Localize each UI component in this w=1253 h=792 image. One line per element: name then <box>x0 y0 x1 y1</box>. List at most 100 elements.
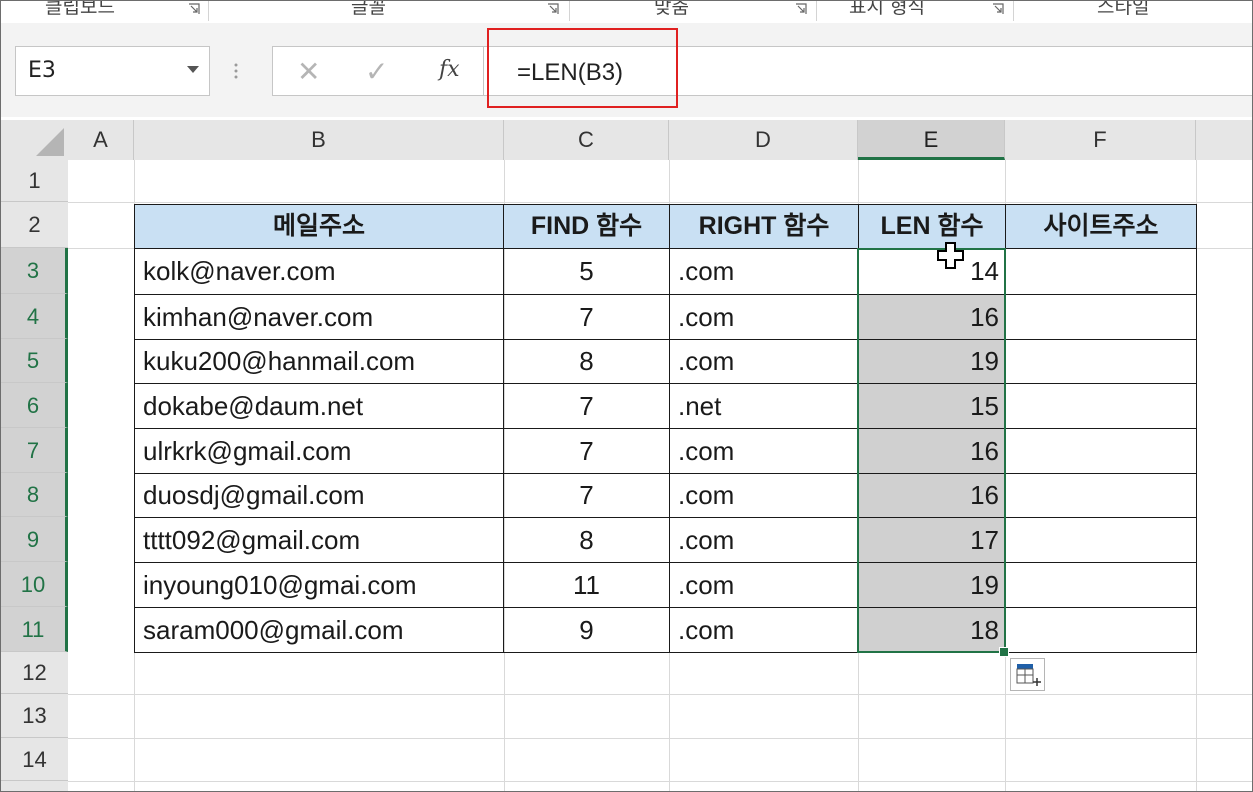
cell-right[interactable]: .com <box>669 607 859 653</box>
cell-email[interactable]: kimhan@naver.com <box>134 294 504 340</box>
row-header-7[interactable]: 7 <box>1 428 68 473</box>
cell-cursor-icon <box>937 242 964 269</box>
cell-find[interactable]: 8 <box>503 517 670 563</box>
row-header-11[interactable]: 11 <box>1 607 68 652</box>
ribbon-group-labels: 클립보드 글꼴 맞춤 표시 형식 스타일 <box>1 1 1252 24</box>
name-box-value: E3 <box>28 58 56 83</box>
worksheet-grid[interactable]: A B C D E F 1 2 3 4 5 6 7 8 9 10 11 12 1… <box>1 117 1252 791</box>
row-header-4[interactable]: 4 <box>1 294 68 339</box>
cell-site[interactable] <box>1005 517 1197 563</box>
cell-site[interactable] <box>1005 294 1197 340</box>
cell-site[interactable] <box>1005 248 1197 295</box>
cell-find[interactable]: 8 <box>503 339 670 384</box>
row-header-3[interactable]: 3 <box>1 248 68 294</box>
cell-email[interactable]: kuku200@hanmail.com <box>134 339 504 384</box>
cell-right[interactable]: .net <box>669 383 859 429</box>
column-header-g[interactable] <box>1196 120 1252 160</box>
dialog-launcher-icon[interactable] <box>795 3 807 15</box>
cell-right[interactable]: .com <box>669 517 859 563</box>
cell-len[interactable]: 14 <box>858 248 1006 295</box>
table-header-email[interactable]: 메일주소 <box>134 204 504 249</box>
cell-email[interactable]: saram000@gmail.com <box>134 607 504 653</box>
row-header-15[interactable] <box>1 781 68 791</box>
insert-function-icon[interactable]: fx <box>439 57 460 82</box>
row-header-6[interactable]: 6 <box>1 383 68 428</box>
column-header-a[interactable]: A <box>68 120 134 160</box>
cell-email[interactable]: dokabe@daum.net <box>134 383 504 429</box>
row-header-2[interactable]: 2 <box>1 202 68 248</box>
name-box[interactable]: E3 <box>15 46 210 96</box>
cell-site[interactable] <box>1005 607 1197 653</box>
cell-site[interactable] <box>1005 339 1197 384</box>
cell-email[interactable]: duosdj@gmail.com <box>134 473 504 518</box>
cell-find[interactable]: 11 <box>503 562 670 608</box>
column-header-d[interactable]: D <box>669 120 858 160</box>
column-header-c[interactable]: C <box>504 120 669 160</box>
dialog-launcher-icon[interactable] <box>547 3 559 15</box>
cell-len[interactable]: 19 <box>858 339 1006 384</box>
row-header-1[interactable]: 1 <box>1 160 68 202</box>
ribbon-group-font[interactable]: 글꼴 <box>351 1 386 19</box>
ribbon-group-clipboard[interactable]: 클립보드 <box>45 1 115 19</box>
dialog-launcher-icon[interactable] <box>992 3 1004 15</box>
column-header-f[interactable]: F <box>1005 120 1196 160</box>
cell-right[interactable]: .com <box>669 294 859 340</box>
cell-find[interactable]: 5 <box>503 248 670 295</box>
formula-bar-area: E3 ✕ ✓ fx =LEN(B3) <box>1 23 1252 117</box>
cell-len[interactable]: 16 <box>858 294 1006 340</box>
quick-analysis-button[interactable] <box>1010 658 1045 691</box>
cell-email[interactable]: tttt092@gmail.com <box>134 517 504 563</box>
row-header-13[interactable]: 13 <box>1 694 68 738</box>
cell-find[interactable]: 7 <box>503 473 670 518</box>
table-header-len[interactable]: LEN 함수 <box>858 204 1006 249</box>
drag-handle-icon[interactable] <box>234 61 238 81</box>
select-all-button[interactable] <box>1 120 68 160</box>
cell-len[interactable]: 17 <box>858 517 1006 563</box>
fill-handle[interactable] <box>999 647 1009 657</box>
cell-site[interactable] <box>1005 562 1197 608</box>
cell-right[interactable]: .com <box>669 339 859 384</box>
table-header-find[interactable]: FIND 함수 <box>503 204 670 249</box>
cell-find[interactable]: 7 <box>503 383 670 429</box>
cell-right[interactable]: .com <box>669 248 859 295</box>
excel-window: 클립보드 글꼴 맞춤 표시 형식 스타일 E3 ✕ ✓ fx =LEN(B3) <box>0 0 1253 792</box>
cell-len[interactable]: 19 <box>858 562 1006 608</box>
cell-find[interactable]: 9 <box>503 607 670 653</box>
row-header-5[interactable]: 5 <box>1 339 68 383</box>
table-header-right[interactable]: RIGHT 함수 <box>669 204 859 249</box>
cell-len[interactable]: 16 <box>858 428 1006 474</box>
cell-right[interactable]: .com <box>669 473 859 518</box>
cell-find[interactable]: 7 <box>503 294 670 340</box>
row-header-14[interactable]: 14 <box>1 738 68 781</box>
ribbon-group-styles[interactable]: 스타일 <box>1097 1 1149 19</box>
table-header-site[interactable]: 사이트주소 <box>1005 204 1197 249</box>
cell-email[interactable]: kolk@naver.com <box>134 248 504 295</box>
row-header-9[interactable]: 9 <box>1 517 68 562</box>
row-header-10[interactable]: 10 <box>1 562 68 607</box>
cell-len[interactable]: 18 <box>858 607 1006 653</box>
formula-text: =LEN(B3) <box>517 59 624 86</box>
cell-email[interactable]: ulrkrk@gmail.com <box>134 428 504 474</box>
quick-analysis-icon <box>1016 664 1041 686</box>
select-all-icon <box>36 128 64 156</box>
dialog-launcher-icon[interactable] <box>188 3 200 15</box>
cell-find[interactable]: 7 <box>503 428 670 474</box>
cell-len[interactable]: 16 <box>858 473 1006 518</box>
cell-site[interactable] <box>1005 428 1197 474</box>
enter-icon[interactable]: ✓ <box>365 55 388 88</box>
cancel-icon[interactable]: ✕ <box>297 55 320 88</box>
column-header-e[interactable]: E <box>858 120 1005 160</box>
cell-len[interactable]: 15 <box>858 383 1006 429</box>
ribbon-group-number-format[interactable]: 표시 형식 <box>849 1 925 19</box>
chevron-down-icon[interactable] <box>187 66 199 73</box>
formula-buttons: ✕ ✓ fx <box>272 46 483 96</box>
cell-right[interactable]: .com <box>669 562 859 608</box>
column-header-b[interactable]: B <box>134 120 504 160</box>
cell-email[interactable]: inyoung010@gmai.com <box>134 562 504 608</box>
cell-site[interactable] <box>1005 383 1197 429</box>
row-header-8[interactable]: 8 <box>1 473 68 517</box>
row-header-12[interactable]: 12 <box>1 652 68 694</box>
cell-right[interactable]: .com <box>669 428 859 474</box>
ribbon-group-alignment[interactable]: 맞춤 <box>654 1 689 19</box>
cell-site[interactable] <box>1005 473 1197 518</box>
